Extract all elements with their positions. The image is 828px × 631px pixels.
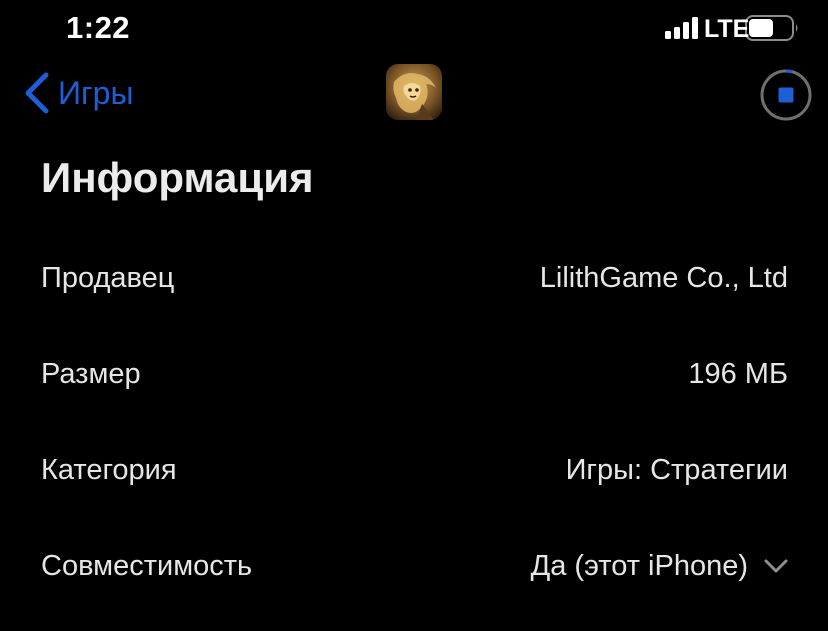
- info-row-category: Категория Игры: Стратегии: [41, 440, 788, 500]
- info-value: Игры: Стратегии: [566, 454, 788, 487]
- stop-download-icon[interactable]: [759, 68, 813, 122]
- info-label: Размер: [41, 357, 141, 390]
- info-label: Совместимость: [41, 549, 253, 582]
- info-label: Продавец: [41, 261, 175, 294]
- app-icon: [386, 64, 442, 120]
- status-bar: 1:22 LTE: [0, 0, 828, 58]
- back-button[interactable]: Игры: [22, 70, 133, 116]
- seller-value: LilithGame Co., Ltd: [539, 261, 788, 294]
- chevron-down-icon[interactable]: [764, 559, 788, 573]
- status-time: 1:22: [66, 10, 131, 45]
- info-value: 196 МБ: [688, 358, 788, 391]
- signal-bars-icon: [665, 17, 698, 39]
- network-type: LTE: [704, 15, 750, 43]
- chevron-left-icon: [25, 72, 49, 114]
- info-row-size: Размер 196 МБ: [41, 344, 788, 404]
- section-title: Информация: [41, 154, 314, 201]
- info-row-compatibility[interactable]: Совместимость Да (этот iPhone): [41, 536, 788, 596]
- info-value[interactable]: Да (этот iPhone): [531, 550, 788, 583]
- back-label: Игры: [58, 74, 134, 111]
- battery-icon: [745, 15, 798, 41]
- info-row-seller: Продавец LilithGame Co., Ltd: [41, 248, 788, 308]
- info-label: Категория: [41, 453, 177, 486]
- compatibility-value: Да (этот iPhone): [530, 549, 748, 582]
- navigation-bar: Игры: [0, 58, 828, 136]
- size-value: 196 МБ: [688, 357, 788, 390]
- category-value: Игры: Стратегии: [565, 453, 788, 486]
- info-value: LilithGame Co., Ltd: [540, 262, 788, 295]
